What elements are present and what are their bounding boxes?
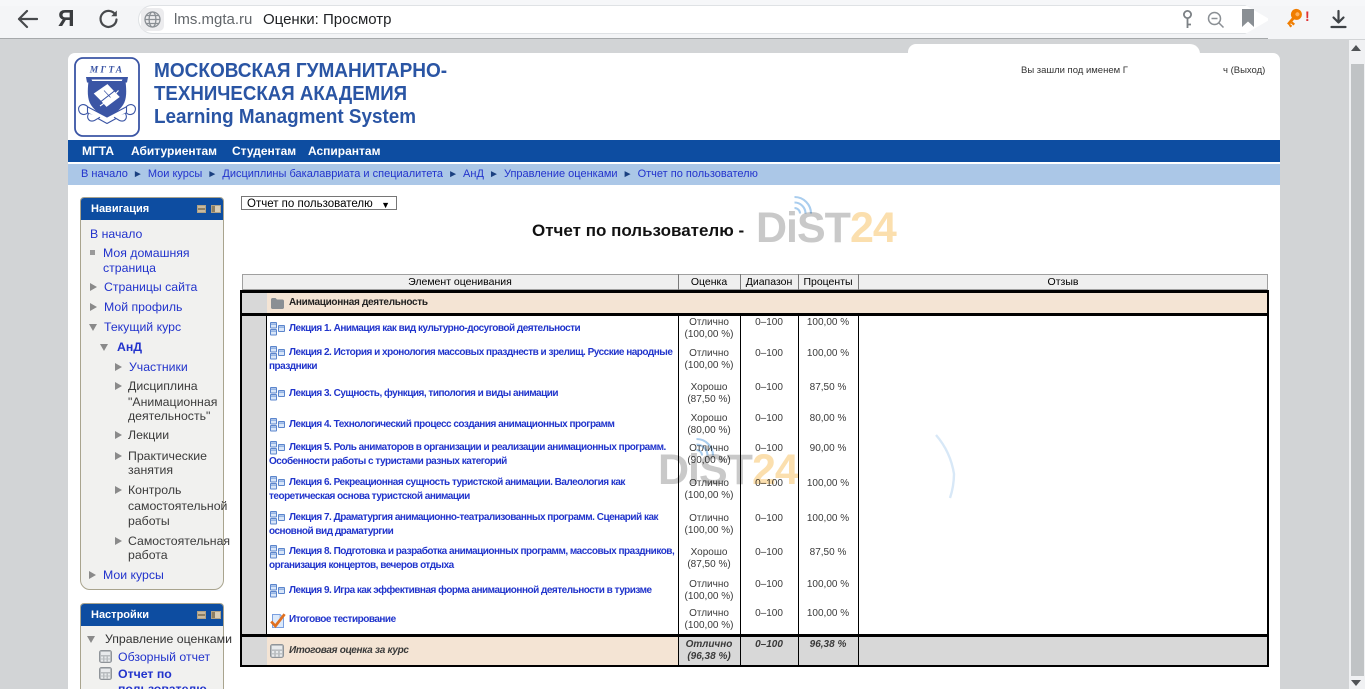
svg-text:!: ! xyxy=(1305,8,1310,24)
svg-text:МГТА: МГТА xyxy=(89,66,125,76)
